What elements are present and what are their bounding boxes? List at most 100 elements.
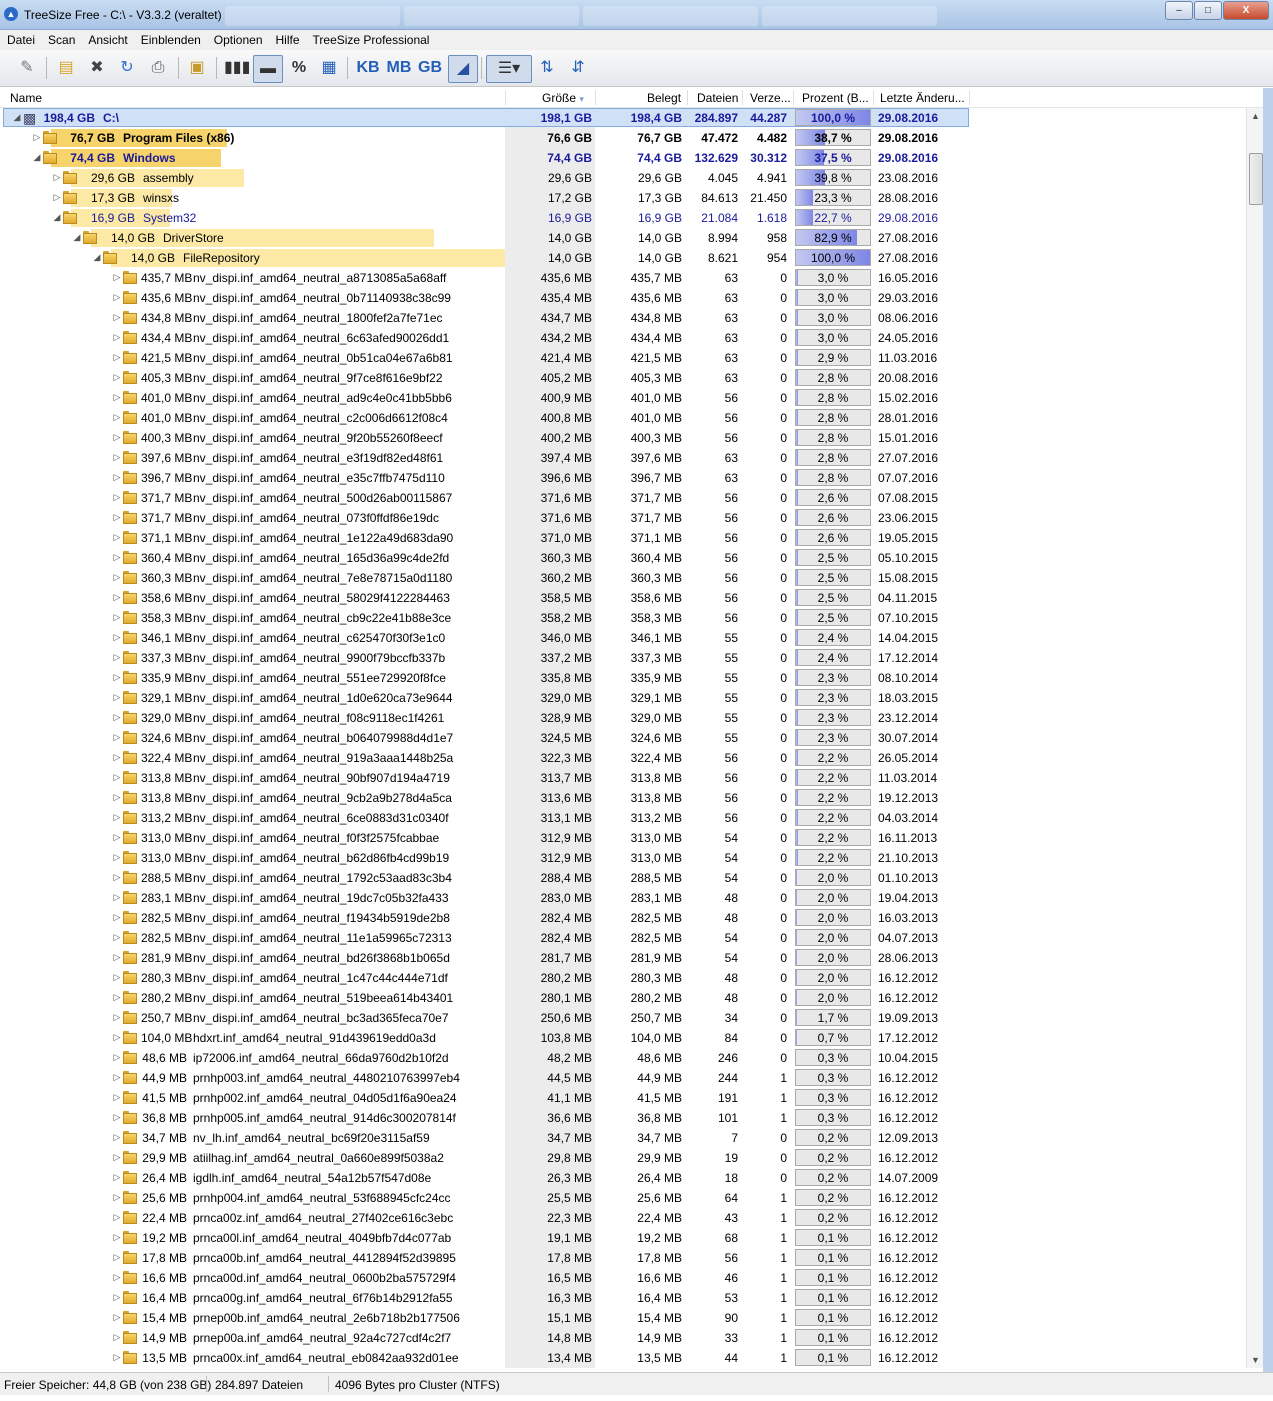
expand-icon[interactable]: ▷ <box>112 292 122 303</box>
expand-icon[interactable]: ▷ <box>112 932 122 943</box>
expand-icon[interactable]: ▷ <box>112 772 122 783</box>
expand-icon[interactable]: ▷ <box>112 872 122 883</box>
stop-icon[interactable]: ✖ <box>84 55 110 81</box>
expand-icon[interactable]: ▷ <box>112 492 122 503</box>
expand-icon[interactable]: ▷ <box>112 912 122 923</box>
expand-icon[interactable]: ▷ <box>112 1192 122 1203</box>
tree-row[interactable]: ▷ 250,7 MB nv_dispi.inf_amd64_neutral_bc3a… <box>0 1008 1245 1028</box>
tree-row[interactable]: ▷ 405,3 MB nv_dispi.inf_amd64_neutral_9f7c… <box>0 368 1245 388</box>
expand-icon[interactable]: ▷ <box>112 892 122 903</box>
expand-icon[interactable]: ▷ <box>112 392 122 403</box>
expand-icon[interactable]: ▷ <box>112 412 122 423</box>
tree-row[interactable]: ▷ 421,5 MB nv_dispi.inf_amd64_neutral_0b51… <box>0 348 1245 368</box>
expand-icon[interactable]: ▷ <box>112 712 122 723</box>
tree-row[interactable]: ▷ 280,3 MB nv_dispi.inf_amd64_neutral_1c47… <box>0 968 1245 988</box>
close-button[interactable]: X <box>1223 1 1269 20</box>
sort-size-icon[interactable]: ⇵ <box>566 55 590 81</box>
tree-row[interactable]: ▷ 16,4 MB prnca00g.inf_amd64_neutral_6f76b… <box>0 1288 1245 1308</box>
tree-row[interactable]: ▷ 14,9 MB prnep00a.inf_amd64_neutral_92a4c… <box>0 1328 1245 1348</box>
tree-row[interactable]: ▷ 16,6 MB prnca00d.inf_amd64_neutral_0600b… <box>0 1268 1245 1288</box>
collapse-icon[interactable]: ◢ <box>12 112 22 123</box>
tree-row[interactable]: ▷ 329,1 MB nv_dispi.inf_amd64_neutral_1d0e… <box>0 688 1245 708</box>
collapse-icon[interactable]: ◢ <box>52 212 62 223</box>
expand-icon[interactable]: ▷ <box>112 1332 122 1343</box>
tree-row[interactable]: ▷ 76,7 GB Program Files (x86) 76,6 GB 76,7 G… <box>0 128 1245 148</box>
expand-icon[interactable]: ▷ <box>112 612 122 623</box>
expand-icon[interactable]: ▷ <box>52 172 62 183</box>
expand-icon[interactable]: ▷ <box>112 652 122 663</box>
tree-row[interactable]: ▷ 313,0 MB nv_dispi.inf_amd64_neutral_f0f3… <box>0 828 1245 848</box>
expand-icon[interactable]: ▷ <box>112 472 122 483</box>
menu-treesize-professional[interactable]: TreeSize Professional <box>306 30 436 47</box>
export-icon[interactable]: ▣ <box>184 55 210 81</box>
expand-icon[interactable]: ▷ <box>112 1172 122 1183</box>
tree-row[interactable]: ▷ 313,0 MB nv_dispi.inf_amd64_neutral_b62d… <box>0 848 1245 868</box>
tree-row[interactable]: ▷ 44,9 MB prnhp003.inf_amd64_neutral_44802… <box>0 1068 1245 1088</box>
tree-row[interactable]: ▷ 397,6 MB nv_dispi.inf_amd64_neutral_e3f1… <box>0 448 1245 468</box>
expand-icon[interactable]: ▷ <box>112 672 122 683</box>
menu-ansicht[interactable]: Ansicht <box>81 30 133 47</box>
expand-icon[interactable]: ▷ <box>112 792 122 803</box>
minimize-button[interactable]: – <box>1165 1 1193 20</box>
tree-row[interactable]: ▷ 401,0 MB nv_dispi.inf_amd64_neutral_ad9c… <box>0 388 1245 408</box>
tree-row[interactable]: ▷ 34,7 MB nv_lh.inf_amd64_neutral_bc69f20e… <box>0 1128 1245 1148</box>
expand-icon[interactable]: ▷ <box>112 532 122 543</box>
header-folders[interactable]: Verze... <box>750 91 791 105</box>
folder-scan-icon[interactable]: ▤ <box>53 55 79 81</box>
expand-icon[interactable]: ▷ <box>52 192 62 203</box>
tree-row[interactable]: ▷ 329,0 MB nv_dispi.inf_amd64_neutral_f08c… <box>0 708 1245 728</box>
tree-row[interactable]: ▷ 371,7 MB nv_dispi.inf_amd64_neutral_500d… <box>0 488 1245 508</box>
expand-icon[interactable]: ▷ <box>112 732 122 743</box>
tree-row[interactable]: ▷ 371,7 MB nv_dispi.inf_amd64_neutral_073f… <box>0 508 1245 528</box>
expand-icon[interactable]: ▷ <box>112 1352 122 1363</box>
scan-icon[interactable]: ✎ <box>14 55 40 81</box>
scroll-down-icon[interactable]: ▼ <box>1247 1352 1264 1368</box>
kb-unit-button[interactable]: KB <box>354 55 382 81</box>
expand-icon[interactable]: ▷ <box>112 812 122 823</box>
tree-row[interactable]: ▷ 435,7 MB nv_dispi.inf_amd64_neutral_a871… <box>0 268 1245 288</box>
expand-icon[interactable]: ▷ <box>112 1292 122 1303</box>
expand-icon[interactable]: ▷ <box>112 552 122 563</box>
maximize-button[interactable]: □ <box>1194 1 1222 20</box>
expand-icon[interactable]: ▷ <box>112 952 122 963</box>
tree-row[interactable]: ▷ 104,0 MB hdxrt.inf_amd64_neutral_91d4396… <box>0 1028 1245 1048</box>
header-files[interactable]: Dateien <box>697 91 738 105</box>
expand-icon[interactable]: ▷ <box>112 1052 122 1063</box>
tree-row[interactable]: ▷ 288,5 MB nv_dispi.inf_amd64_neutral_1792… <box>0 868 1245 888</box>
header-allocated[interactable]: Belegt <box>647 91 681 105</box>
tree-row[interactable]: ◢ 16,9 GB System32 16,9 GB 16,9 GB 21.084 1.61… <box>0 208 1245 228</box>
grid-icon[interactable]: ▦ <box>316 55 342 81</box>
tree-row[interactable]: ▷ 13,5 MB prnca00x.inf_amd64_neutral_eb084… <box>0 1348 1245 1368</box>
gb-unit-button[interactable]: GB <box>416 55 444 81</box>
tree-row[interactable]: ▷ 313,8 MB nv_dispi.inf_amd64_neutral_90bf… <box>0 768 1245 788</box>
expand-icon[interactable]: ▷ <box>112 832 122 843</box>
expand-icon[interactable]: ▷ <box>112 1072 122 1083</box>
tree-row[interactable]: ▷ 282,5 MB nv_dispi.inf_amd64_neutral_f194… <box>0 908 1245 928</box>
tree-row[interactable]: ▷ 324,6 MB nv_dispi.inf_amd64_neutral_b064… <box>0 728 1245 748</box>
expand-icon[interactable]: ▷ <box>112 512 122 523</box>
tree-row[interactable]: ▷ 48,6 MB ip72006.inf_amd64_neutral_66da97… <box>0 1048 1245 1068</box>
expand-icon[interactable]: ▷ <box>112 1152 122 1163</box>
expand-icon[interactable]: ▷ <box>112 1232 122 1243</box>
expand-icon[interactable]: ▷ <box>112 1252 122 1263</box>
expand-icon[interactable]: ▷ <box>32 132 42 143</box>
collapse-icon[interactable]: ◢ <box>72 232 82 243</box>
menu-einblenden[interactable]: Einblenden <box>134 30 207 47</box>
header-percent[interactable]: Prozent (B... <box>802 91 869 105</box>
folder-tree-list[interactable]: ◢ ▩ 198,4 GB C:\ 198,1 GB 198,4 GB 284.897 44.2… <box>0 108 1245 1368</box>
tree-row[interactable]: ▷ 19,2 MB prnca00l.inf_amd64_neutral_4049b… <box>0 1228 1245 1248</box>
expand-icon[interactable]: ▷ <box>112 1212 122 1223</box>
tree-row[interactable]: ▷ 401,0 MB nv_dispi.inf_amd64_neutral_c2c0… <box>0 408 1245 428</box>
tree-row[interactable]: ▷ 313,8 MB nv_dispi.inf_amd64_neutral_9cb2… <box>0 788 1245 808</box>
menu-optionen[interactable]: Optionen <box>207 30 269 47</box>
drive-view-icon[interactable]: ▬ <box>253 55 283 83</box>
expand-icon[interactable]: ▷ <box>112 1032 122 1043</box>
tree-row[interactable]: ▷ 29,9 MB atiilhag.inf_amd64_neutral_0a660… <box>0 1148 1245 1168</box>
collapse-icon[interactable]: ◢ <box>32 152 42 163</box>
expand-icon[interactable]: ▷ <box>112 1092 122 1103</box>
expand-icon[interactable]: ▷ <box>112 592 122 603</box>
tree-row[interactable]: ▷ 400,3 MB nv_dispi.inf_amd64_neutral_9f20… <box>0 428 1245 448</box>
tree-row[interactable]: ▷ 337,3 MB nv_dispi.inf_amd64_neutral_9900… <box>0 648 1245 668</box>
expand-icon[interactable]: ▷ <box>112 752 122 763</box>
header-name[interactable]: Name <box>10 91 42 105</box>
